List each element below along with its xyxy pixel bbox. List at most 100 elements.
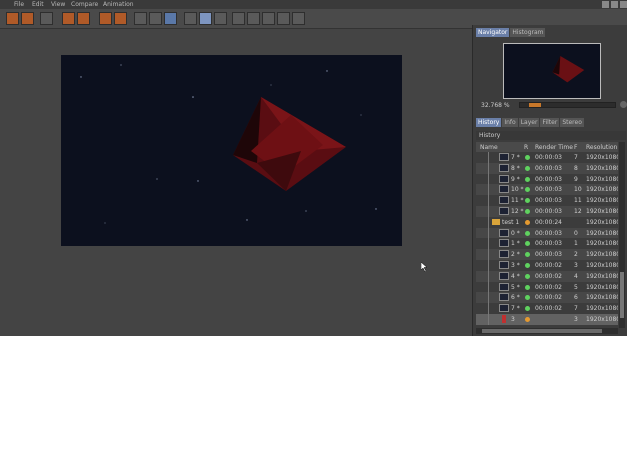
region-select-icon[interactable] (199, 12, 212, 25)
row-resolution: 1920x1080 (586, 229, 618, 237)
camera-icon[interactable] (62, 12, 75, 25)
column-name[interactable]: Name (480, 144, 498, 151)
row-resolution: 1920x1080 (586, 316, 618, 323)
history-row[interactable]: 2 * 00:00:03 2 1920x1080 (476, 249, 618, 260)
zoom-slider-handle[interactable] (529, 103, 541, 107)
navigator-thumbnail (552, 55, 585, 83)
render-settings-icon[interactable] (149, 12, 162, 25)
tree-line (488, 216, 489, 228)
row-frame: 11 (574, 197, 582, 205)
split-view-icon[interactable] (214, 12, 227, 25)
column-resolution[interactable]: Resolution (586, 144, 617, 151)
history-row[interactable]: 1 * 00:00:03 1 1920x1080 (476, 238, 618, 250)
history-row[interactable]: 5 * 00:00:02 5 1920x1080 (476, 281, 618, 293)
row-resolution: 1920x1080 (586, 186, 618, 194)
row-resolution: 1920x1080 (586, 294, 618, 302)
save-icon[interactable] (21, 12, 34, 25)
column-render-time[interactable]: Render Time (535, 144, 573, 151)
render-status-icon (525, 219, 530, 225)
row-name: 1 * (511, 240, 520, 248)
row-render-time: 00:00:02 (535, 305, 562, 313)
tab-navigator[interactable]: Navigator (476, 28, 510, 37)
history-row[interactable]: 10 * 00:00:03 10 1920x1080 (476, 184, 618, 196)
frame-thumbnail (499, 228, 509, 237)
history-row[interactable]: 7 * 00:00:02 7 1920x1080 (476, 303, 618, 314)
row-name: 4 * (511, 272, 520, 280)
render-status-icon (525, 241, 530, 247)
history-row[interactable]: 6 * 00:00:02 6 1920x1080 (476, 292, 618, 304)
render-region-icon[interactable] (99, 12, 112, 25)
rendered-image[interactable] (61, 55, 402, 246)
clapper-icon[interactable] (77, 12, 90, 25)
row-frame: 12 (574, 208, 582, 215)
open-folder-icon[interactable] (6, 12, 19, 25)
render-status-icon (525, 317, 530, 322)
row-name: 11 * (511, 197, 524, 205)
menu-animation[interactable]: Animation (103, 1, 134, 8)
history-hscroll-thumb[interactable] (482, 329, 602, 333)
history-row[interactable]: 4 * 00:00:02 4 1920x1080 (476, 270, 618, 282)
tab-filter[interactable]: Filter (540, 118, 560, 127)
tree-line (488, 260, 489, 271)
render-status-icon (525, 176, 530, 182)
tab-info[interactable]: Info (502, 118, 518, 127)
history-row[interactable]: 0 * 00:00:03 0 1920x1080 (476, 227, 618, 239)
history-folder-row[interactable]: test 1 00:00:24 1920x1080 (476, 216, 618, 228)
row-frame: 7 (574, 154, 578, 161)
navigator-preview[interactable] (503, 43, 601, 99)
tab-layer[interactable]: Layer (518, 118, 540, 127)
maximize-icon[interactable] (611, 1, 618, 8)
row-frame: 3 (574, 262, 578, 269)
tab-history[interactable]: History (476, 118, 502, 127)
zoom-slider[interactable] (519, 102, 616, 108)
restore-icon[interactable] (602, 1, 609, 8)
row-resolution: 1920x1080 (586, 251, 618, 259)
column-frame[interactable]: F (574, 144, 577, 151)
stop-render-icon[interactable] (134, 12, 147, 25)
history-vertical-scrollbar[interactable] (619, 142, 625, 328)
history-column-header: Name R Render Time F Resolution (476, 142, 618, 152)
row-frame: 9 (574, 175, 578, 183)
tab-stereo[interactable]: Stereo (560, 118, 584, 127)
render-queue-icon[interactable] (164, 12, 177, 25)
close-icon[interactable] (620, 1, 627, 8)
ab-compare-icon[interactable] (184, 12, 197, 25)
layers-icon[interactable] (292, 12, 305, 25)
history-row[interactable]: 8 * 00:00:03 8 1920x1080 (476, 162, 618, 174)
current-render-icon (502, 315, 506, 323)
row-name: test 1 (502, 218, 520, 226)
tree-line (488, 270, 489, 282)
menu-edit[interactable]: Edit (32, 1, 44, 8)
channel-b-icon[interactable] (247, 12, 260, 25)
menu-file[interactable]: File (14, 1, 24, 8)
film-icon[interactable] (40, 12, 53, 25)
window-controls (602, 0, 627, 9)
folder-icon (492, 218, 500, 225)
history-row[interactable]: 3 3 1920x1080 (476, 314, 618, 325)
tab-histogram[interactable]: Histogram (510, 28, 546, 37)
channel-a-icon[interactable] (232, 12, 245, 25)
history-row[interactable]: 12 * 00:00:03 12 1920x1080 (476, 206, 618, 217)
frame-thumbnail (499, 282, 509, 291)
history-row[interactable]: 7 * 00:00:03 7 1920x1080 (476, 152, 618, 163)
row-render-time: 00:00:24 (535, 218, 562, 226)
row-frame: 6 (574, 294, 578, 302)
history-row[interactable]: 3 * 00:00:02 3 1920x1080 (476, 260, 618, 271)
zoom-options-icon[interactable] (620, 101, 627, 108)
table-icon[interactable] (277, 12, 290, 25)
column-r[interactable]: R (524, 144, 528, 151)
row-name: 2 * (511, 251, 520, 259)
history-horizontal-scrollbar[interactable] (476, 328, 618, 334)
render-icon[interactable] (114, 12, 127, 25)
history-row[interactable]: 9 * 00:00:03 9 1920x1080 (476, 173, 618, 185)
row-render-time: 00:00:03 (535, 229, 562, 237)
menu-view[interactable]: View (51, 1, 65, 8)
history-scroll-thumb[interactable] (620, 272, 624, 318)
tree-line (488, 162, 489, 174)
tree-line (488, 249, 489, 260)
row-resolution: 1920x1080 (586, 218, 618, 226)
menu-compare[interactable]: Compare (71, 1, 98, 8)
history-row[interactable]: 11 * 00:00:03 11 1920x1080 (476, 195, 618, 206)
frame-thumbnail (499, 196, 509, 205)
grid-icon[interactable] (262, 12, 275, 25)
